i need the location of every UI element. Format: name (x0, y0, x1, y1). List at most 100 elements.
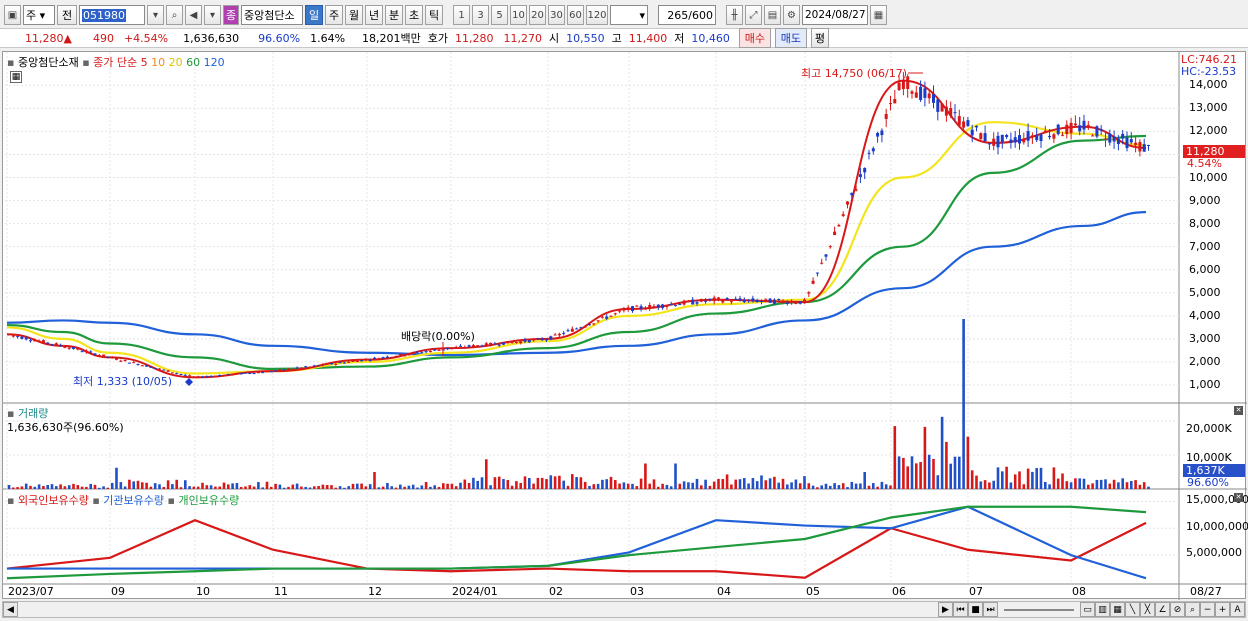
volume-bar (872, 483, 875, 489)
settings-icon[interactable]: ⚙ (783, 5, 800, 25)
candle-body (987, 143, 991, 145)
candle-body (132, 362, 136, 364)
grid-icon[interactable]: ▦ (1110, 602, 1125, 617)
chart-canvas[interactable] (3, 52, 1247, 600)
candle-body (471, 345, 475, 348)
candle-body (1048, 135, 1052, 138)
interval-60-button[interactable]: 60 (567, 5, 584, 25)
volume-bar (751, 478, 755, 489)
candle-body (411, 352, 415, 354)
font-icon[interactable]: A (1230, 602, 1245, 617)
trade-amount: 18,201백만 (362, 32, 421, 45)
period-second-tab[interactable]: 초 (405, 5, 423, 25)
candle-body (695, 302, 699, 304)
volume-bar (29, 485, 32, 489)
volume-close-icon[interactable]: ✕ (1234, 406, 1243, 415)
candle-body (16, 336, 20, 338)
x-tick-label: 08 (1072, 585, 1086, 598)
drawing-tool-icon[interactable]: ⤢ (745, 5, 762, 25)
period-day-tab[interactable]: 일 (305, 5, 323, 25)
prev-button[interactable]: 전 (57, 5, 77, 25)
market-select[interactable]: 주 ▾ (23, 5, 55, 25)
candle-body (643, 308, 647, 310)
price-tick-label: 14,000 (1189, 78, 1228, 92)
first-page-icon[interactable]: ⏮ (953, 602, 968, 617)
zoom-out-icon[interactable]: − (1200, 602, 1215, 617)
candle-body (717, 297, 720, 299)
holdings-close-icon[interactable]: ✕ (1234, 493, 1243, 502)
candle-icon[interactable]: ╫ (726, 5, 743, 25)
volume-bar (777, 482, 780, 489)
zoom-in-icon[interactable]: + (1215, 602, 1230, 617)
interval-1-button[interactable]: 1 (453, 5, 470, 25)
window-menu-icon[interactable]: ▣ (4, 5, 21, 25)
magnify-icon[interactable]: ⌕ (1185, 602, 1200, 617)
split-icon[interactable]: ▥ (1095, 602, 1110, 617)
volume-bar (811, 485, 815, 489)
period-year-tab[interactable]: 년 (365, 5, 383, 25)
search-icon[interactable]: ⌕ (166, 5, 183, 25)
volume-bar (635, 486, 639, 489)
volume-bar (1018, 471, 1021, 489)
volume-bar (1039, 467, 1043, 489)
stock-name-field[interactable]: 중앙첨단소 (241, 5, 303, 25)
period-week-tab[interactable]: 주 (325, 5, 343, 25)
period-minute-tab[interactable]: 분 (385, 5, 403, 25)
menu-dropdown-icon[interactable]: ▾ (204, 5, 221, 25)
sell-button[interactable]: 매도 (774, 28, 807, 48)
period-tick-tab[interactable]: 틱 (425, 5, 443, 25)
legend-bullet-icon: ▪ (92, 494, 100, 507)
buy-button[interactable]: 매수 (738, 28, 771, 48)
date-field[interactable]: 2024/08/27 (802, 5, 868, 25)
stock-code-input[interactable]: 051980 (79, 5, 145, 25)
cross-icon[interactable]: ╳ (1140, 602, 1155, 617)
period-month-tab[interactable]: 월 (345, 5, 363, 25)
candle-body (1091, 135, 1095, 137)
volume-bar (1052, 467, 1056, 489)
interval-5-button[interactable]: 5 (491, 5, 508, 25)
evaluate-button[interactable]: 평 (810, 28, 829, 48)
interval-custom-dropdown[interactable]: ▾ (610, 5, 648, 25)
last-page-icon[interactable]: ⏭ (983, 602, 998, 617)
candle-body (162, 369, 166, 371)
candle-body (80, 351, 84, 353)
angle-icon[interactable]: ∠ (1155, 602, 1170, 617)
interval-10-button[interactable]: 10 (510, 5, 527, 25)
count-value: 265 (667, 8, 689, 22)
interval-30-button[interactable]: 30 (548, 5, 565, 25)
trend-icon[interactable]: ╲ (1125, 602, 1140, 617)
open-label: 시 (549, 32, 560, 45)
scroll-left-icon[interactable]: ◀ (3, 602, 18, 617)
volume-bar (386, 483, 389, 489)
calendar-icon[interactable]: ▦ (870, 5, 887, 25)
speaker-icon[interactable]: ◀ (185, 5, 202, 25)
interval-20-button[interactable]: 20 (529, 5, 546, 25)
candle-body (798, 301, 802, 304)
code-dropdown-icon[interactable]: ▾ (147, 5, 164, 25)
volume-bar (330, 485, 333, 489)
save-icon[interactable]: ▤ (764, 5, 781, 25)
volume-bar (89, 483, 92, 489)
stop-icon[interactable]: ■ (968, 602, 983, 617)
candle-body (785, 302, 789, 304)
volume-bar (1074, 478, 1077, 489)
count-field[interactable]: 265/600 (658, 5, 716, 25)
interval-3-button[interactable]: 3 (472, 5, 489, 25)
chart-area[interactable]: ▪ 중앙첨단소재 ▪ 종가 단순 5 10 20 60 120 ▦ LC:746… (2, 51, 1248, 600)
price-tick-label: 8,000 (1189, 216, 1221, 230)
candle-body (566, 330, 570, 332)
table-toggle-icon[interactable]: ▦ (10, 71, 22, 83)
candle-body (725, 298, 729, 300)
candle-body (119, 360, 123, 362)
candle-body (437, 349, 441, 351)
volume-bar (1134, 480, 1137, 489)
scroll-right-icon[interactable]: ▶ (938, 602, 953, 617)
candle-body (416, 351, 419, 353)
volume-value-label: 1,636,630주(96.60%) (7, 421, 124, 434)
volume-bar (493, 477, 497, 489)
interval-120-button[interactable]: 120 (586, 5, 608, 25)
zoom-slider[interactable] (1004, 608, 1074, 611)
volume-bar (145, 482, 148, 489)
layout-icon[interactable]: ▭ (1080, 602, 1095, 617)
lock-icon[interactable]: ⊘ (1170, 602, 1185, 617)
